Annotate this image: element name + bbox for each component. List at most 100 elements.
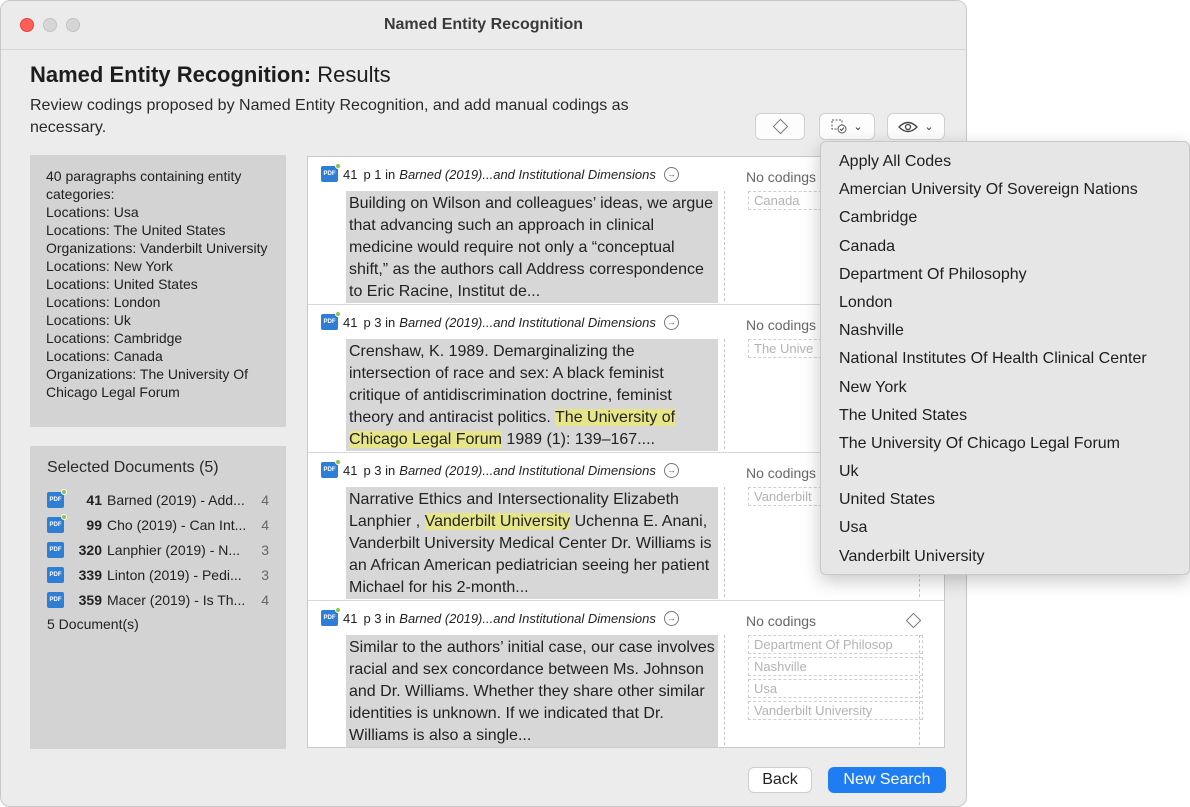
pdf-document-icon: PDF [321, 607, 341, 626]
go-to-arrow-icon[interactable]: → [663, 462, 679, 478]
go-to-arrow-icon[interactable]: → [663, 166, 679, 182]
go-to-arrow-icon[interactable]: → [663, 610, 679, 626]
result-text: Crenshaw, K. 1989. Demarginalizing the i… [346, 339, 718, 451]
document-number: 359 [78, 591, 102, 608]
menu-item-code[interactable]: The University Of Chicago Legal Forum [821, 430, 1189, 458]
proposed-codes-area: Department Of Philosop Nashville Usa Van… [724, 635, 923, 745]
status-dot-icon [61, 488, 67, 495]
menu-item-code[interactable]: Nashville [821, 317, 1189, 345]
summary-line: 40 paragraphs containing entity categori… [46, 168, 242, 202]
proposed-code-tag[interactable]: Vanderbilt University [748, 701, 923, 720]
status-dot-icon [61, 513, 67, 520]
back-button[interactable]: Back [748, 767, 812, 793]
summary-line: Locations: Cambridge [46, 330, 183, 346]
pdf-document-icon: PDF [321, 163, 341, 182]
document-name: Linton (2019) - Pedi... [107, 566, 242, 583]
document-number: 99 [86, 516, 102, 533]
page-title-rest: Results [311, 62, 391, 87]
document-count: 4 [261, 591, 269, 608]
document-item[interactable]: PDF 339 Linton (2019) - Pedi... 3 [47, 562, 269, 587]
document-name: Macer (2019) - Is Th... [107, 591, 246, 608]
summary-line: Organizations: The University Of Chicago… [46, 366, 249, 400]
menu-item-code[interactable]: National Institutes Of Health Clinical C… [821, 345, 1189, 373]
document-item[interactable]: PDF 99 Cho (2019) - Can Int... 4 [47, 512, 269, 537]
menu-item-code[interactable]: Uk [821, 458, 1189, 486]
result-header: PDF 41 p 3 in Barned (2019)...and Instit… [321, 607, 679, 626]
apply-codes-menu-button[interactable]: ⌄ [819, 113, 875, 140]
document-item[interactable]: PDF 41 Barned (2019) - Add... 4 [47, 487, 269, 512]
proposed-code-tag[interactable]: Department Of Philosop [748, 635, 923, 654]
result-source: Barned (2019)...and Institutional Dimens… [399, 610, 656, 626]
title-bar: Named Entity Recognition [1, 1, 966, 50]
menu-item-code[interactable]: London [821, 289, 1189, 317]
document-number: 339 [78, 566, 102, 583]
menu-item-code[interactable]: The United States [821, 402, 1189, 430]
pdf-document-icon: PDF [47, 591, 64, 608]
document-name: Cho (2019) - Can Int... [107, 516, 247, 533]
menu-item-apply-all-codes[interactable]: Apply All Codes [821, 148, 1189, 176]
pdf-document-icon: PDF [321, 311, 341, 330]
menu-item-code[interactable]: Vanderbilt University [821, 543, 1189, 571]
pdf-document-icon: PDF [321, 459, 341, 478]
result-header: PDF 41 p 1 in Barned (2019)...and Instit… [321, 163, 679, 182]
view-menu-button[interactable]: ⌄ [887, 113, 945, 140]
diamond-code-icon [772, 118, 788, 135]
result-doc-number: 41 [343, 166, 358, 182]
menu-item-code[interactable]: Amercian University Of Sovereign Nations [821, 176, 1189, 204]
code-button[interactable] [755, 113, 805, 140]
result-position: p 3 in [363, 462, 396, 478]
summary-line: Locations: Usa [46, 204, 139, 220]
document-name: Lanphier (2019) - N... [107, 541, 241, 558]
summary-line: Locations: New York [46, 258, 173, 274]
codings-status: No codings [746, 317, 817, 333]
chevron-down-icon: ⌄ [853, 121, 863, 133]
menu-item-code[interactable]: Usa [821, 514, 1189, 542]
document-count: 3 [261, 566, 269, 583]
summary-line: Organizations: Vanderbilt University [46, 240, 268, 256]
proposed-code-tag[interactable]: Nashville [748, 657, 923, 676]
document-item[interactable]: PDF 359 Macer (2019) - Is Th... 4 [47, 587, 269, 612]
page-subtitle: Review codings proposed by Named Entity … [30, 97, 629, 136]
result-doc-number: 41 [343, 462, 358, 478]
result-source: Barned (2019)...and Institutional Dimens… [399, 314, 656, 330]
menu-item-code[interactable]: New York [821, 374, 1189, 402]
summary-line: Locations: Uk [46, 312, 131, 328]
result-item[interactable]: PDF 41 p 3 in Barned (2019)...and Instit… [308, 601, 944, 747]
add-code-diamond-icon[interactable] [905, 612, 922, 629]
menu-item-code[interactable]: Cambridge [821, 204, 1189, 232]
proposed-code-tag[interactable]: Usa [748, 679, 923, 698]
menu-item-code[interactable]: United States [821, 486, 1189, 514]
summary-line: Locations: Canada [46, 348, 163, 364]
result-doc-number: 41 [343, 610, 358, 626]
pdf-document-icon: PDF [47, 488, 67, 508]
summary-line: Locations: The United States [46, 222, 226, 238]
window-title: Named Entity Recognition [383, 16, 584, 33]
result-position: p 3 in [363, 314, 396, 330]
document-name: Barned (2019) - Add... [107, 491, 245, 508]
chevron-down-icon: ⌄ [924, 121, 934, 133]
pdf-document-icon: PDF [47, 541, 64, 558]
status-dot-icon [335, 459, 341, 465]
result-text-before: Building on Wilson and colleagues’ ideas… [349, 195, 714, 300]
selected-documents-panel: Selected Documents (5) PDF 41 Barned (20… [30, 446, 286, 749]
summary-line: Locations: London [46, 294, 161, 310]
selected-documents-title: Selected Documents (5) [47, 459, 219, 476]
document-count: 3 [261, 541, 269, 558]
go-to-arrow-icon[interactable]: → [663, 314, 679, 330]
pdf-document-icon: PDF [47, 566, 64, 583]
result-text-before: Similar to the authors’ initial case, ou… [349, 639, 715, 744]
result-source: Barned (2019)...and Institutional Dimens… [399, 462, 656, 478]
menu-item-code[interactable]: Department Of Philosophy [821, 261, 1189, 289]
menu-item-code[interactable]: Canada [821, 233, 1189, 261]
document-item[interactable]: PDF 320 Lanphier (2019) - N... 3 [47, 537, 269, 562]
document-count-footer: 5 Document(s) [47, 616, 139, 632]
summary-line: Locations: United States [46, 276, 198, 292]
apply-codes-dropdown: Apply All Codes Amercian University Of S… [820, 141, 1190, 575]
status-dot-icon [335, 607, 341, 613]
result-position: p 1 in [363, 166, 396, 182]
new-search-button[interactable]: New Search [828, 767, 946, 793]
result-text: Similar to the authors’ initial case, ou… [346, 635, 718, 747]
document-number: 41 [86, 491, 102, 508]
codings-status: No codings [746, 465, 817, 481]
eye-icon [898, 121, 919, 132]
